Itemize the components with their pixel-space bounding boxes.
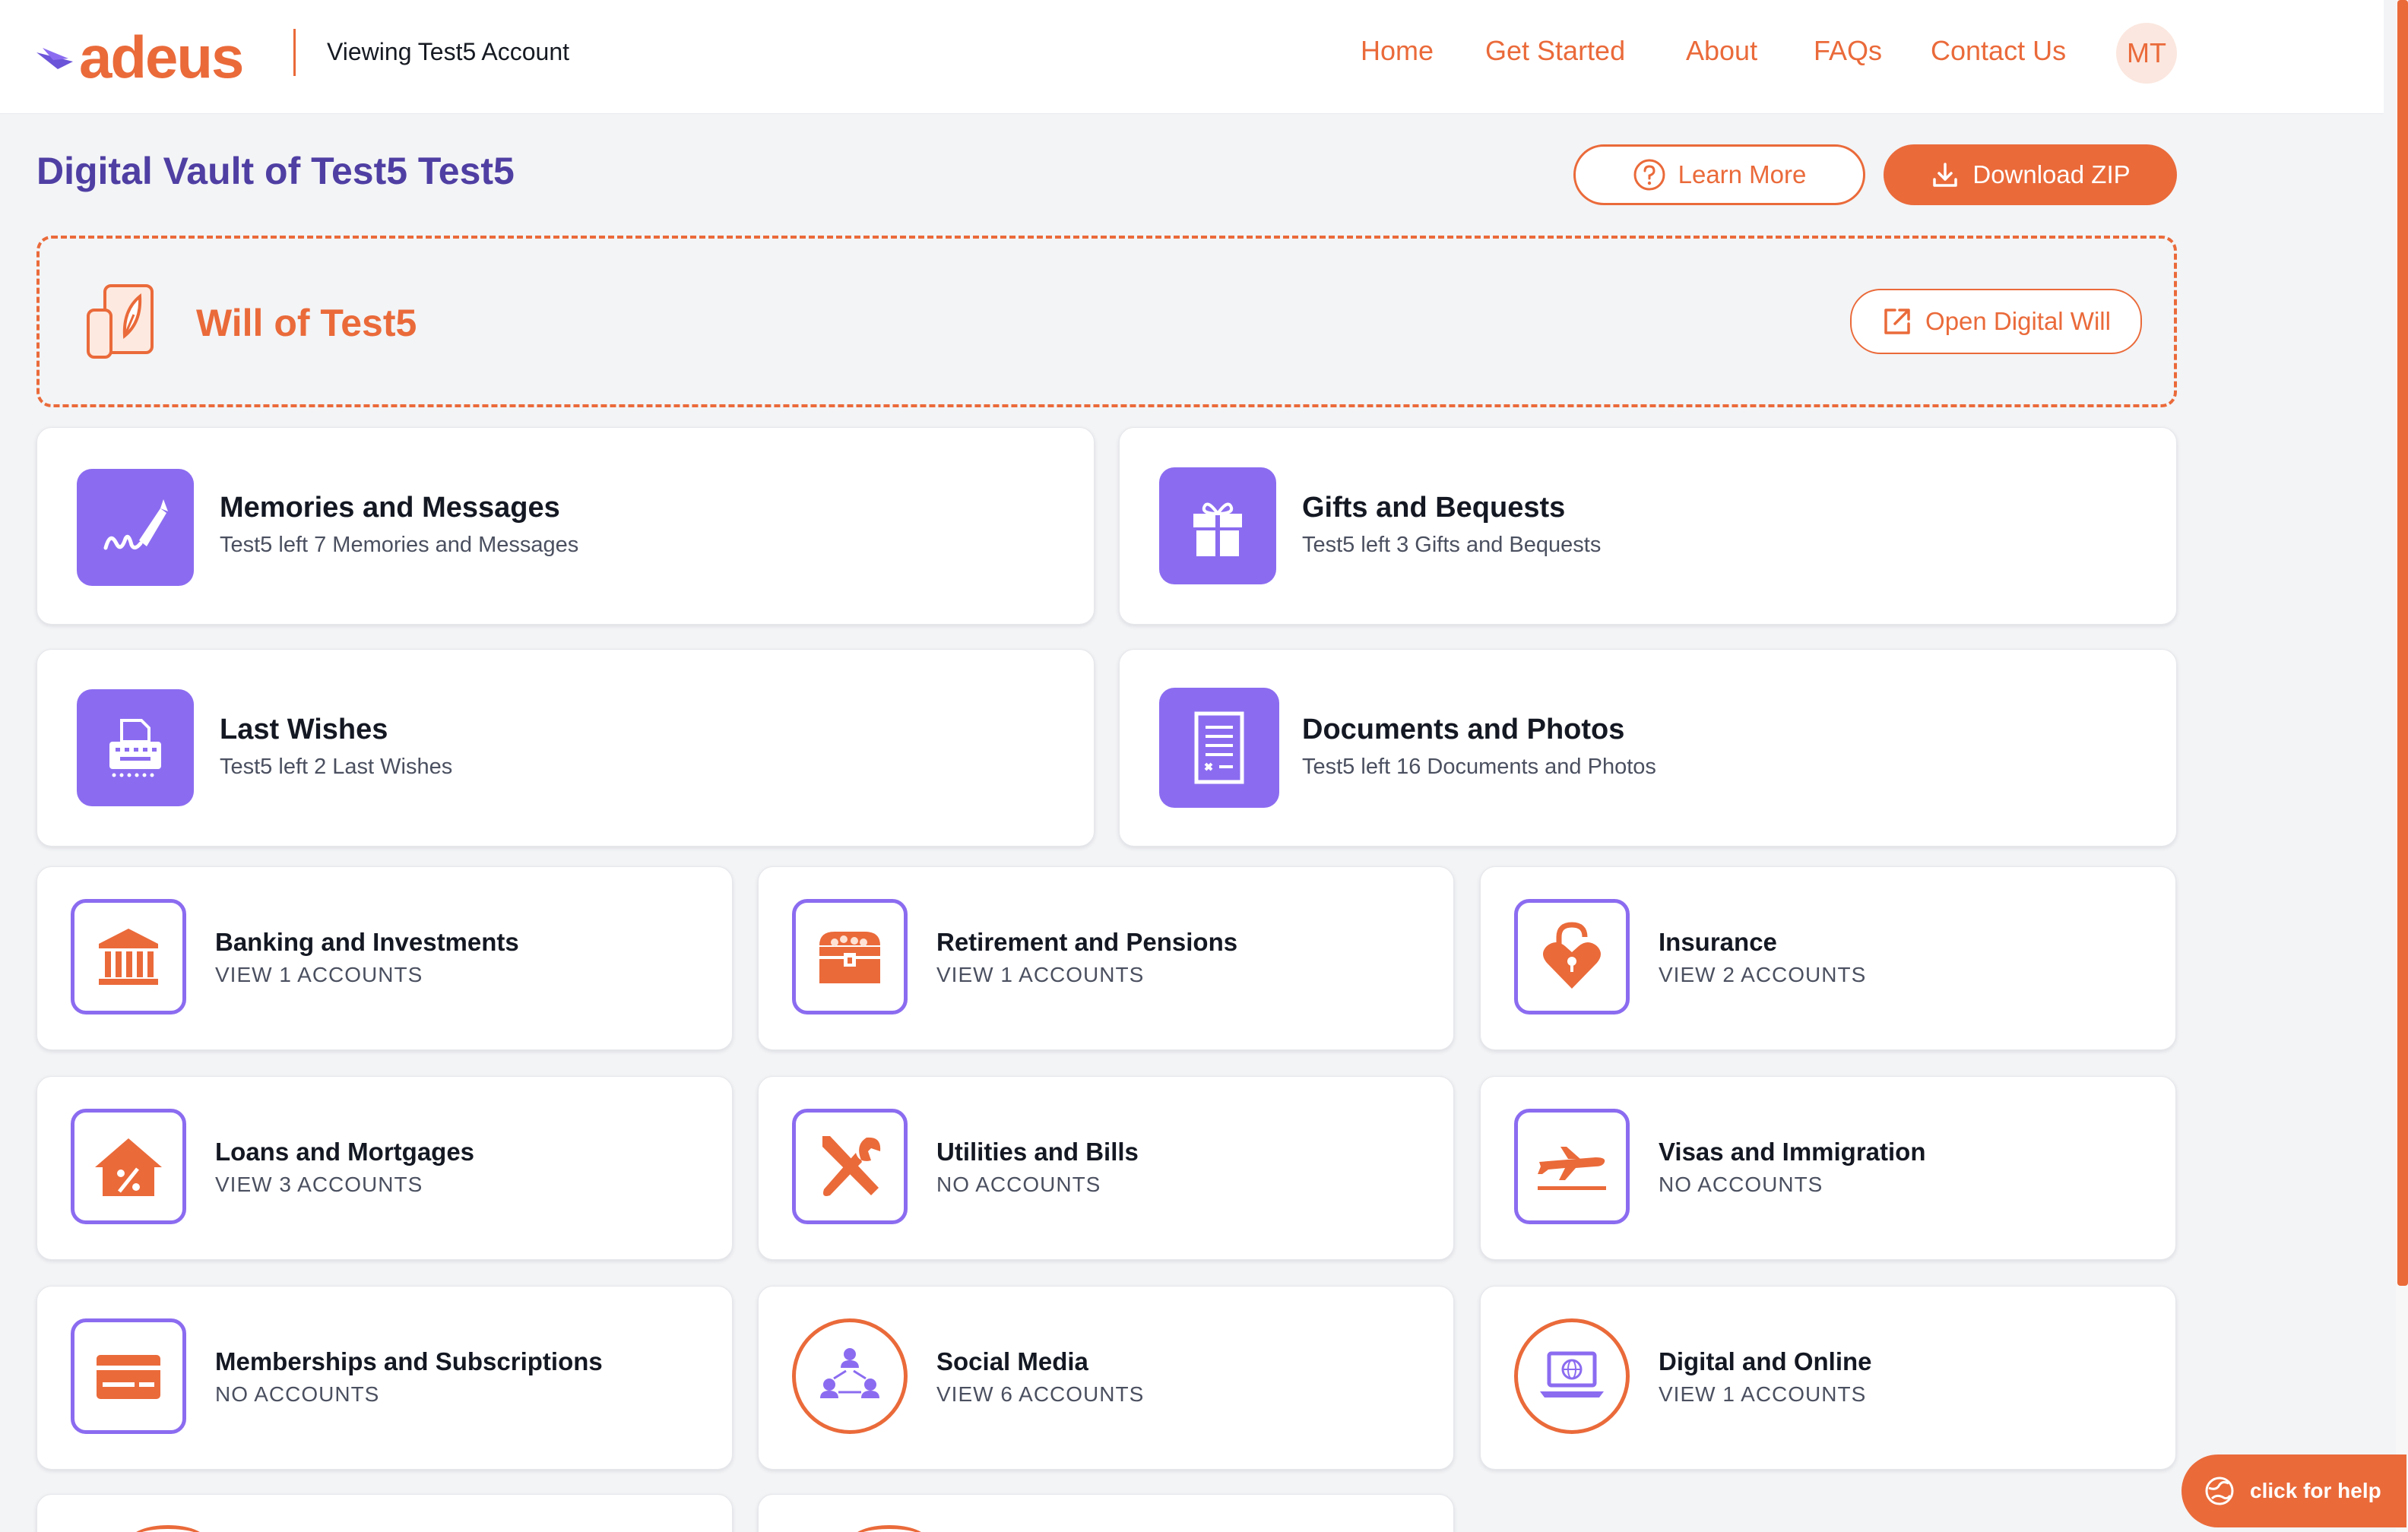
card-title: Gifts and Bequests	[1302, 492, 1566, 524]
card-title: Memberships and Subscriptions	[215, 1347, 603, 1375]
partial-circle-icon	[851, 1525, 927, 1532]
download-zip-label: Download ZIP	[1972, 160, 2131, 188]
retirement-pensions-card[interactable]: Retirement and Pensions VIEW 1 ACCOUNTS	[758, 866, 1454, 1050]
card-title: Documents and Photos	[1302, 714, 1625, 745]
globe-help-icon	[2205, 1477, 2234, 1505]
will-title: Will of Test5	[196, 302, 417, 344]
card-subtitle: VIEW 1 ACCOUNTS	[215, 963, 423, 986]
will-card: Will of Test5 Open Digital Will	[36, 236, 2177, 407]
top-header: adeus Viewing Test5 Account Home Get Sta…	[0, 0, 2384, 114]
learn-more-label: Learn More	[1678, 160, 1807, 188]
treasure-chest-icon	[792, 899, 908, 1014]
card-subtitle: VIEW 3 ACCOUNTS	[215, 1173, 423, 1196]
card-title: Memories and Messages	[220, 492, 560, 524]
external-link-icon	[1884, 309, 1910, 334]
nav-home[interactable]: Home	[1361, 35, 1434, 67]
typewriter-icon	[77, 689, 194, 806]
card-title: Loans and Mortgages	[215, 1138, 475, 1166]
card-subtitle: NO ACCOUNTS	[936, 1173, 1101, 1196]
signature-pen-icon	[77, 469, 194, 586]
social-media-card[interactable]: Social Media VIEW 6 ACCOUNTS	[758, 1286, 1454, 1470]
user-avatar[interactable]: MT	[2116, 23, 2177, 84]
gifts-bequests-card[interactable]: Gifts and Bequests Test5 left 3 Gifts an…	[1119, 427, 2177, 625]
utilities-bills-card[interactable]: Utilities and Bills NO ACCOUNTS	[758, 1076, 1454, 1260]
nav-get-started[interactable]: Get Started	[1485, 35, 1625, 67]
gift-icon	[1159, 467, 1276, 584]
card-subtitle: VIEW 6 ACCOUNTS	[936, 1382, 1145, 1406]
download-icon	[1933, 163, 1958, 187]
network-people-icon	[792, 1318, 908, 1434]
laptop-globe-icon	[1514, 1318, 1630, 1434]
help-button[interactable]: click for help	[2181, 1454, 2406, 1527]
card-title: Retirement and Pensions	[936, 928, 1238, 956]
card-subtitle: NO ACCOUNTS	[1659, 1173, 1823, 1196]
scrollbar-thumb[interactable]	[2397, 0, 2408, 1286]
next-row-card-partial[interactable]	[758, 1494, 1454, 1532]
memberships-subscriptions-card[interactable]: Memberships and Subscriptions NO ACCOUNT…	[36, 1286, 733, 1470]
card-icon	[71, 1318, 186, 1434]
question-circle-icon	[1633, 159, 1665, 191]
download-zip-button[interactable]: Download ZIP	[1884, 144, 2177, 205]
bank-icon	[71, 899, 186, 1014]
house-percent-icon	[71, 1109, 186, 1224]
help-label: click for help	[2250, 1479, 2381, 1502]
page-title: Digital Vault of Test5 Test5	[36, 150, 515, 192]
card-subtitle: NO ACCOUNTS	[215, 1382, 380, 1406]
card-subtitle: VIEW 1 ACCOUNTS	[936, 963, 1145, 986]
memories-messages-card[interactable]: Memories and Messages Test5 left 7 Memor…	[36, 427, 1095, 625]
nav-faqs[interactable]: FAQs	[1814, 35, 1882, 67]
card-subtitle: VIEW 2 ACCOUNTS	[1659, 963, 1867, 986]
card-title: Last Wishes	[220, 714, 388, 745]
nav-contact-us[interactable]: Contact Us	[1931, 35, 2066, 67]
loans-mortgages-card[interactable]: Loans and Mortgages VIEW 3 ACCOUNTS	[36, 1076, 733, 1260]
documents-photos-card[interactable]: Documents and Photos Test5 left 16 Docum…	[1119, 649, 2177, 847]
heart-lock-icon	[1514, 899, 1630, 1014]
last-wishes-card[interactable]: Last Wishes Test5 left 2 Last Wishes	[36, 649, 1095, 847]
insurance-card[interactable]: Insurance VIEW 2 ACCOUNTS	[1480, 866, 2176, 1050]
card-subtitle: Test5 left 2 Last Wishes	[220, 755, 453, 779]
card-subtitle: Test5 left 16 Documents and Photos	[1302, 755, 1656, 779]
document-icon	[1159, 688, 1279, 808]
card-subtitle: Test5 left 3 Gifts and Bequests	[1302, 533, 1602, 557]
card-title: Insurance	[1659, 928, 1777, 956]
adeus-logo[interactable]: adeus	[35, 23, 244, 91]
card-title: Visas and Immigration	[1659, 1138, 1926, 1166]
digital-online-card[interactable]: Digital and Online VIEW 1 ACCOUNTS	[1480, 1286, 2176, 1470]
nav-about[interactable]: About	[1686, 35, 1757, 67]
card-subtitle: Test5 left 7 Memories and Messages	[220, 533, 579, 557]
open-digital-will-label: Open Digital Will	[1925, 307, 2111, 335]
card-subtitle: VIEW 1 ACCOUNTS	[1659, 1382, 1867, 1406]
viewing-account-label: Viewing Test5 Account	[327, 38, 570, 65]
card-title: Banking and Investments	[215, 928, 519, 956]
visas-immigration-card[interactable]: Visas and Immigration NO ACCOUNTS	[1480, 1076, 2176, 1260]
logo-text: adeus	[79, 24, 244, 90]
tools-icon	[792, 1109, 908, 1224]
open-digital-will-button[interactable]: Open Digital Will	[1850, 289, 2142, 354]
next-row-card-partial[interactable]	[36, 1494, 733, 1532]
banking-investments-card[interactable]: Banking and Investments VIEW 1 ACCOUNTS	[36, 866, 733, 1050]
learn-more-button[interactable]: Learn More	[1573, 144, 1865, 205]
card-title: Utilities and Bills	[936, 1138, 1139, 1166]
bird-logo-icon	[36, 48, 73, 69]
card-title: Social Media	[936, 1347, 1088, 1375]
partial-circle-icon	[130, 1525, 206, 1532]
card-title: Digital and Online	[1659, 1347, 1872, 1375]
airplane-icon	[1514, 1109, 1630, 1224]
scroll-quill-icon	[87, 284, 154, 359]
header-divider	[293, 29, 296, 76]
